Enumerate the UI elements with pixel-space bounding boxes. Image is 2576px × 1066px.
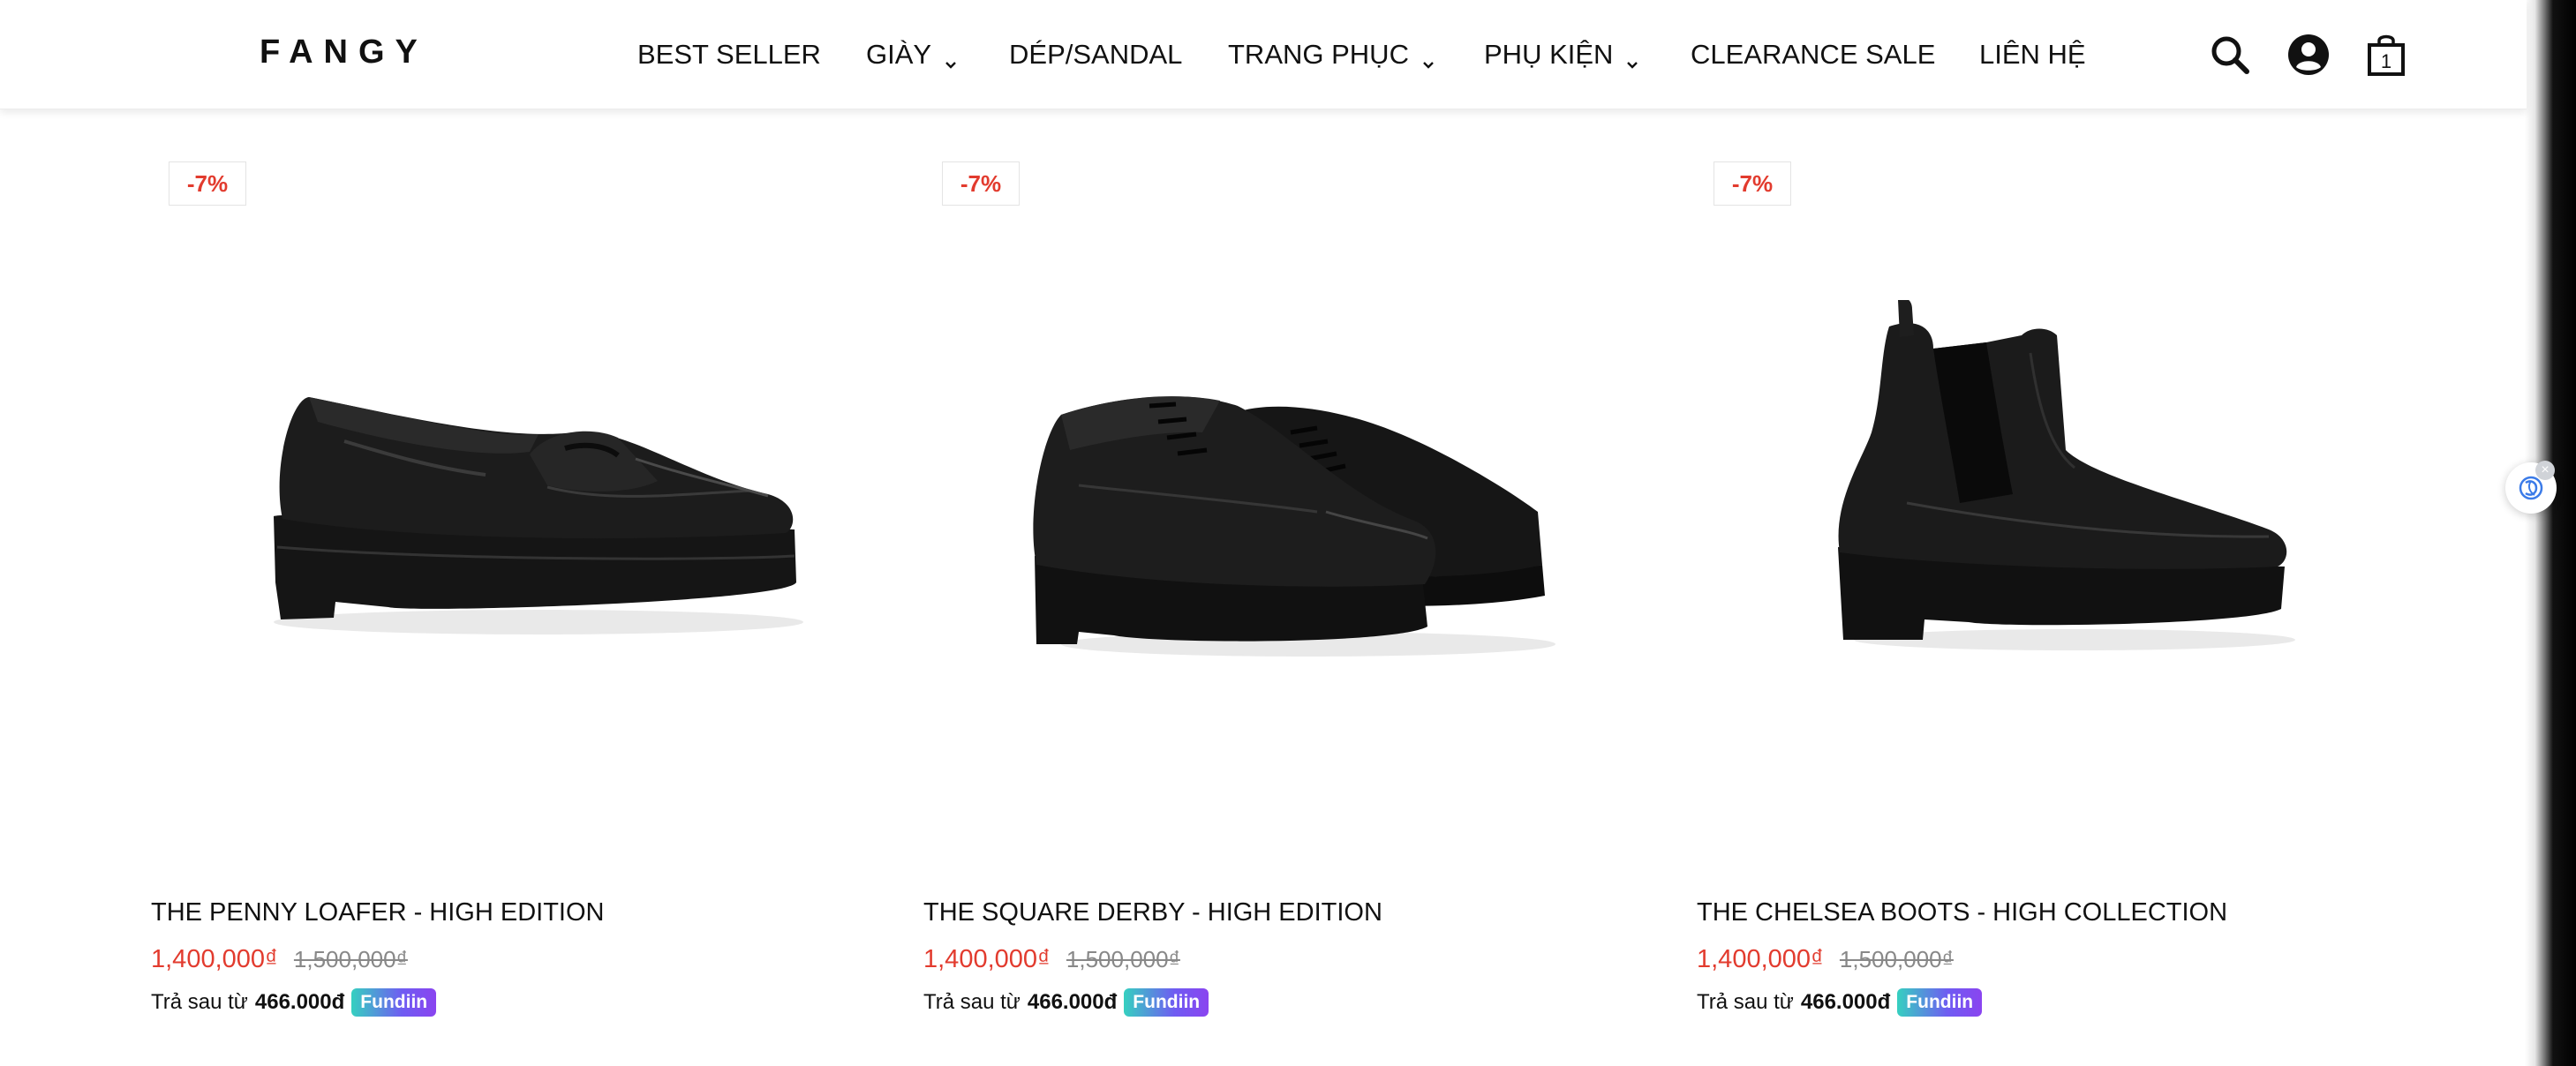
product-title[interactable]: THE CHELSEA BOOTS - HIGH COLLECTION — [1697, 898, 2227, 927]
nav-item-lien-he[interactable]: LIÊN HỆ — [1979, 35, 2086, 74]
user-icon[interactable] — [2284, 30, 2333, 79]
discount-badge: -7% — [942, 161, 1020, 206]
chevron-down-icon — [944, 48, 958, 69]
fundiin-logo: Fundiin — [351, 988, 437, 1017]
sale-price: 1,400,000₫ — [151, 945, 278, 973]
search-icon[interactable] — [2205, 30, 2255, 79]
nav-item-clearance-sale[interactable]: CLEARANCE SALE — [1691, 35, 1935, 74]
pay-later-row: Trả sau từ 466.000đ Fundiin — [923, 988, 1209, 1017]
nav-label: PHỤ KIỆN — [1484, 39, 1614, 70]
nav-item-best-seller[interactable]: BEST SELLER — [637, 35, 821, 74]
product-title[interactable]: THE PENNY LOAFER - HIGH EDITION — [151, 898, 604, 927]
nav-item-giay[interactable]: GIÀY — [866, 35, 958, 74]
nav-label: CLEARANCE SALE — [1691, 39, 1936, 70]
chevron-down-icon — [1421, 48, 1435, 69]
nav-item-phu-kien[interactable]: PHỤ KIỆN — [1484, 35, 1639, 74]
sale-price: 1,400,000₫ — [1697, 945, 1824, 973]
chevron-down-icon — [1625, 48, 1639, 69]
pay-later-label: Trả sau từ — [923, 990, 1021, 1014]
price-row: 1,400,000₫ 1,500,000₫ — [923, 945, 1180, 974]
product-image-square-derby[interactable] — [1026, 379, 1555, 675]
price-row: 1,400,000₫ 1,500,000₫ — [1697, 945, 1954, 974]
nav-label: TRANG PHỤC — [1228, 39, 1409, 70]
page: FANGY BEST SELLER GIÀY DÉP/SANDAL TRANG … — [0, 0, 2576, 1066]
close-icon[interactable]: × — [2535, 461, 2555, 480]
shopping-bag-icon[interactable]: 1 — [2361, 30, 2411, 79]
original-price: 1,500,000₫ — [293, 946, 408, 972]
nav-label: GIÀY — [866, 39, 932, 70]
pay-later-amount: 466.000đ — [254, 990, 345, 1014]
product-image-penny-loafer[interactable] — [256, 371, 821, 657]
fundiin-logo: Fundiin — [1124, 988, 1209, 1017]
discount-badge: -7% — [1714, 161, 1791, 206]
pay-later-label: Trả sau từ — [1697, 990, 1794, 1014]
pay-later-amount: 466.000đ — [1800, 990, 1891, 1014]
nav-item-trang-phuc[interactable]: TRANG PHỤC — [1228, 35, 1435, 74]
original-price: 1,500,000₫ — [1066, 946, 1180, 972]
site-header: FANGY BEST SELLER GIÀY DÉP/SANDAL TRANG … — [0, 0, 2527, 109]
price-row: 1,400,000₫ 1,500,000₫ — [151, 945, 408, 974]
pay-later-row: Trả sau từ 466.000đ Fundiin — [151, 988, 437, 1017]
cart-count: 1 — [2381, 50, 2391, 72]
pay-later-row: Trả sau từ 466.000đ Fundiin — [1697, 988, 1983, 1017]
product-title[interactable]: THE SQUARE DERBY - HIGH EDITION — [923, 898, 1382, 927]
nav-item-dep-sandal[interactable]: DÉP/SANDAL — [1009, 35, 1182, 74]
nav-label: BEST SELLER — [637, 39, 821, 70]
pay-later-amount: 466.000đ — [1027, 990, 1118, 1014]
window-edge — [2525, 0, 2576, 1066]
nav-label: DÉP/SANDAL — [1009, 39, 1183, 70]
discount-badge: -7% — [169, 161, 246, 206]
pay-later-label: Trả sau từ — [151, 990, 248, 1014]
sale-price: 1,400,000₫ — [923, 945, 1051, 973]
fundiin-logo: Fundiin — [1897, 988, 1983, 1017]
brand-logo[interactable]: FANGY — [260, 34, 428, 71]
original-price: 1,500,000₫ — [1839, 946, 1954, 972]
nav-label: LIÊN HỆ — [1979, 39, 2086, 70]
product-image-chelsea-boot[interactable] — [1827, 297, 2304, 657]
